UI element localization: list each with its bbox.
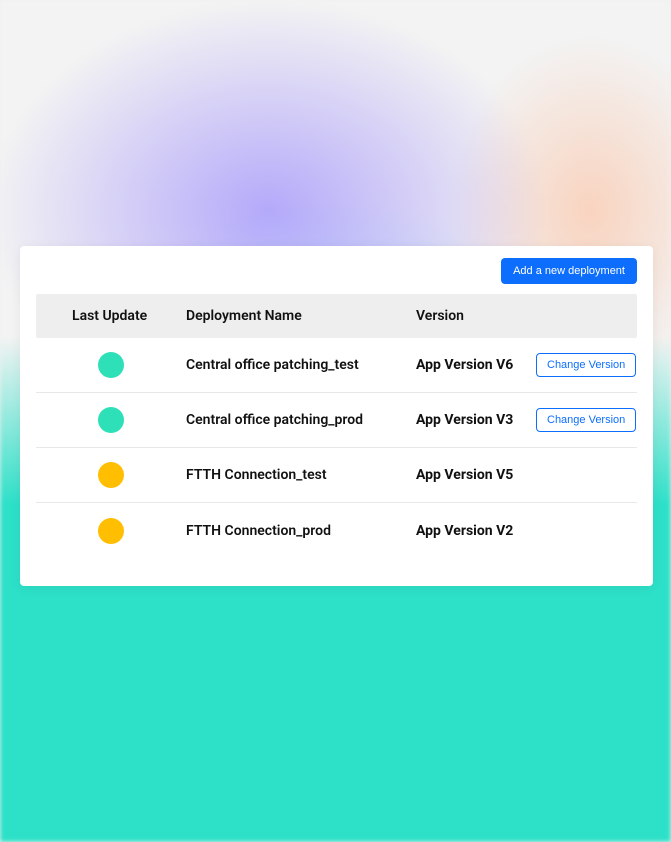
- table-row: FTTH Connection_prodApp Version V2: [36, 503, 637, 558]
- action-cell: Change Version: [536, 408, 638, 432]
- deployment-name: Central office patching_test: [186, 357, 416, 373]
- card-toolbar: Add a new deployment: [36, 258, 637, 284]
- status-indicator-icon: [98, 518, 124, 544]
- deployment-version: App Version V5: [416, 467, 536, 483]
- deployment-version: App Version V2: [416, 523, 536, 539]
- status-cell: [36, 518, 186, 544]
- deployments-card: Add a new deployment Last Update Deploym…: [20, 246, 653, 586]
- column-header-deployment-name: Deployment Name: [186, 308, 416, 324]
- column-header-version: Version: [416, 308, 536, 324]
- deployment-name: FTTH Connection_test: [186, 467, 416, 483]
- deployment-name: FTTH Connection_prod: [186, 523, 416, 539]
- column-header-last-update: Last Update: [36, 308, 186, 324]
- status-cell: [36, 407, 186, 433]
- status-indicator-icon: [98, 407, 124, 433]
- deployment-version: App Version V3: [416, 412, 536, 428]
- change-version-button[interactable]: Change Version: [536, 408, 636, 432]
- table-header: Last Update Deployment Name Version: [36, 294, 637, 338]
- deployment-name: Central office patching_prod: [186, 412, 416, 428]
- table-row: Central office patching_prodApp Version …: [36, 393, 637, 448]
- status-cell: [36, 462, 186, 488]
- table-row: FTTH Connection_testApp Version V5: [36, 448, 637, 503]
- status-cell: [36, 352, 186, 378]
- change-version-button[interactable]: Change Version: [536, 353, 636, 377]
- status-indicator-icon: [98, 352, 124, 378]
- action-cell: Change Version: [536, 353, 638, 377]
- status-indicator-icon: [98, 462, 124, 488]
- table-row: Central office patching_testApp Version …: [36, 338, 637, 393]
- add-deployment-button[interactable]: Add a new deployment: [501, 258, 637, 284]
- deployment-version: App Version V6: [416, 357, 536, 373]
- table-body: Central office patching_testApp Version …: [36, 338, 637, 558]
